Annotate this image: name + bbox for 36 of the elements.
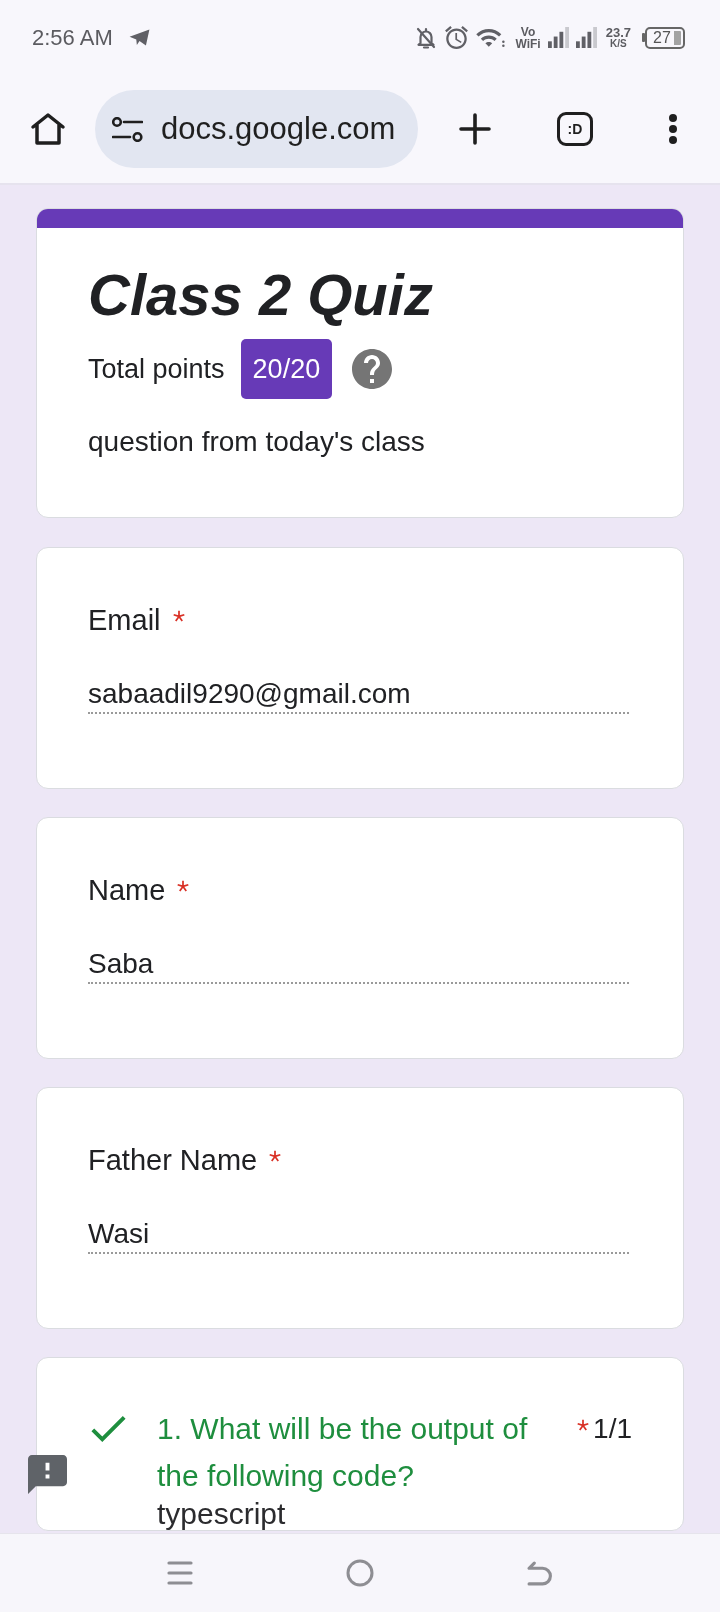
paper-plane-icon — [128, 29, 150, 46]
score-badge: 20/20 — [240, 339, 333, 399]
answer-field: sabaadil9290@gmail.com — [88, 676, 629, 714]
points-text: 1/1 — [593, 1412, 632, 1446]
signal-icon — [547, 27, 569, 48]
network-type-text: Vo — [520, 25, 536, 38]
answer-field: Saba — [88, 946, 629, 984]
question-label: Name — [88, 873, 166, 908]
tune-icon[interactable] — [112, 116, 143, 142]
battery-indicator: 27 — [642, 26, 685, 49]
plus-icon[interactable] — [459, 113, 491, 145]
signal-icon — [575, 27, 597, 48]
feedback-icon[interactable] — [28, 1455, 67, 1494]
clock-time: 2:56 AM — [32, 24, 113, 52]
network-speed-value: 23.7 — [605, 26, 631, 39]
question-label: Father Name — [88, 1143, 258, 1178]
back-icon[interactable] — [527, 1560, 553, 1586]
wifi-icon — [476, 28, 506, 47]
network-speed-unit: K/S — [610, 39, 627, 49]
address-bar[interactable]: docs.google.com — [95, 90, 418, 168]
answer-field: Wasi — [88, 1216, 629, 1254]
question-label: Email — [88, 603, 161, 638]
circle-icon[interactable] — [346, 1559, 374, 1587]
help-icon[interactable] — [352, 349, 393, 389]
network-type-text: WiFi — [515, 37, 541, 50]
more-menu-icon[interactable] — [668, 113, 678, 145]
muted-bell-icon — [416, 26, 437, 49]
question-detail-text: typescript — [157, 1497, 287, 1530]
tab-switcher-button[interactable]: :D — [557, 112, 593, 146]
form-description: question from today's class — [88, 425, 426, 459]
question-title: 1. What will be the output of the following code? — [157, 1411, 529, 1494]
form-title: Class 2 Quiz — [88, 261, 434, 329]
menu-icon[interactable] — [167, 1561, 193, 1585]
alarm-clock-icon — [445, 26, 469, 49]
total-points-label: Total points — [88, 352, 225, 386]
home-icon[interactable] — [30, 111, 66, 147]
